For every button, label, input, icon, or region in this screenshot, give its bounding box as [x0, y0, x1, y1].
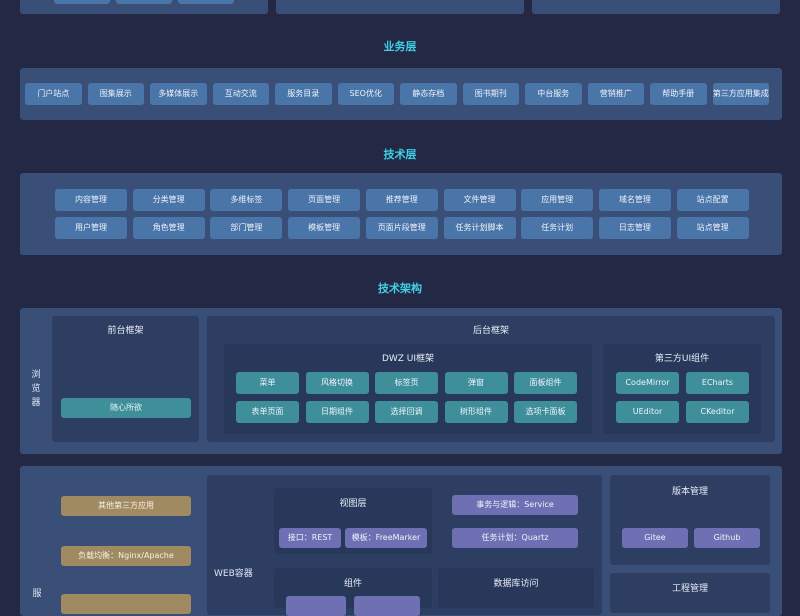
github-item: Github — [694, 528, 760, 548]
front-framework-title: 前台框架 — [107, 326, 144, 336]
left-item-load-balance: 负载均衡：Nginx/Apache — [61, 546, 191, 566]
project-title: 工程管理 — [671, 584, 708, 594]
third-ui-item: UEditor — [616, 401, 679, 423]
dwz-title: DWZ UI框架 — [381, 354, 435, 364]
tech-item: 推荐管理 — [365, 189, 438, 211]
top-cropped-chip — [178, 0, 234, 4]
top-cropped-chip — [54, 0, 110, 4]
third-ui-item: CKeditor — [686, 401, 749, 423]
top-cropped-chip — [116, 0, 172, 4]
left-item-cropped — [61, 594, 191, 614]
tech-layer-title: 技术层 — [383, 148, 417, 161]
view-layer-title: 视图层 — [339, 499, 367, 509]
tech-item: 文件管理 — [443, 189, 516, 211]
tech-layer-panel — [20, 173, 782, 255]
db-access-title: 数据库访问 — [493, 579, 539, 589]
component-cropped-chip — [354, 596, 420, 616]
dwz-item: 风格切换 — [305, 372, 369, 394]
tech-item: 站点管理 — [676, 217, 749, 239]
business-item: 互动交流 — [212, 83, 269, 105]
dwz-item: 选项卡面板 — [514, 401, 577, 423]
business-item: 营销推广 — [587, 83, 644, 105]
business-item: 服务目录 — [275, 83, 332, 105]
gitee-item: Gitee — [622, 528, 688, 548]
tech-item: 分类管理 — [132, 189, 205, 211]
tech-item: 部门管理 — [210, 217, 283, 239]
left-item-third-party: 其他第三方应用 — [61, 496, 191, 516]
tech-item: 站点配置 — [676, 189, 749, 211]
dwz-item: 选择回调 — [375, 401, 438, 423]
top-panel-right — [532, 0, 780, 14]
tech-item: 任务计划脚本 — [443, 217, 516, 239]
tech-item: 角色管理 — [132, 217, 205, 239]
service-item: 事务与逻辑：Service — [452, 495, 578, 515]
browser-label-char: 器 — [31, 398, 41, 408]
business-item: 静态存档 — [400, 83, 457, 105]
dwz-item: 日期组件 — [305, 401, 369, 423]
tech-item: 任务计划 — [521, 217, 594, 239]
business-item: 第三方应用集成 — [712, 83, 769, 105]
view-item-freemarker: 模板：FreeMarker — [345, 528, 427, 548]
dwz-item: 菜单 — [236, 372, 299, 394]
business-item: 图集展示 — [87, 83, 144, 105]
dwz-item: 面板组件 — [514, 372, 577, 394]
quartz-item: 任务计划：Quartz — [452, 528, 578, 548]
third-ui-title: 第三方UI组件 — [654, 354, 710, 364]
dwz-item: 树形组件 — [444, 401, 508, 423]
arch-title: 技术架构 — [378, 282, 422, 295]
business-layer-title: 业务层 — [383, 40, 417, 53]
business-item: 图书期刊 — [462, 83, 519, 105]
server-label: 服 — [32, 589, 42, 599]
tech-item: 用户管理 — [55, 217, 127, 239]
browser-label-char: 览 — [31, 384, 41, 394]
dwz-item: 弹窗 — [444, 372, 508, 394]
business-item: 帮助手册 — [650, 83, 707, 105]
tech-item: 页面管理 — [288, 189, 361, 211]
business-item: SEO优化 — [337, 83, 394, 105]
tech-item: 内容管理 — [55, 189, 127, 211]
back-framework-title: 后台框架 — [472, 326, 509, 336]
view-item-rest: 接口：REST — [279, 528, 341, 548]
tech-item: 模板管理 — [288, 217, 361, 239]
dwz-item: 表单页面 — [236, 401, 299, 423]
top-panel-mid — [276, 0, 524, 14]
browser-label-char: 浏 — [31, 370, 41, 380]
business-item: 多媒体展示 — [150, 83, 207, 105]
version-title: 版本管理 — [671, 487, 708, 497]
tech-item: 页面片段管理 — [365, 217, 438, 239]
browser-label: 浏览器 — [28, 368, 44, 410]
third-ui-item: ECharts — [686, 372, 749, 394]
tech-item: 日志管理 — [598, 217, 671, 239]
business-item: 中台服务 — [525, 83, 582, 105]
front-framework-item: 随心所欲 — [61, 398, 191, 418]
component-title: 组件 — [343, 579, 362, 589]
business-item: 门户站点 — [25, 83, 82, 105]
tech-item: 应用管理 — [521, 189, 594, 211]
web-container-label: WEB容器 — [214, 569, 253, 579]
tech-item: 域名管理 — [598, 189, 671, 211]
dwz-item: 标签页 — [375, 372, 438, 394]
tech-item: 多维标签 — [210, 189, 283, 211]
third-ui-item: CodeMirror — [616, 372, 679, 394]
component-cropped-chip — [286, 596, 346, 616]
